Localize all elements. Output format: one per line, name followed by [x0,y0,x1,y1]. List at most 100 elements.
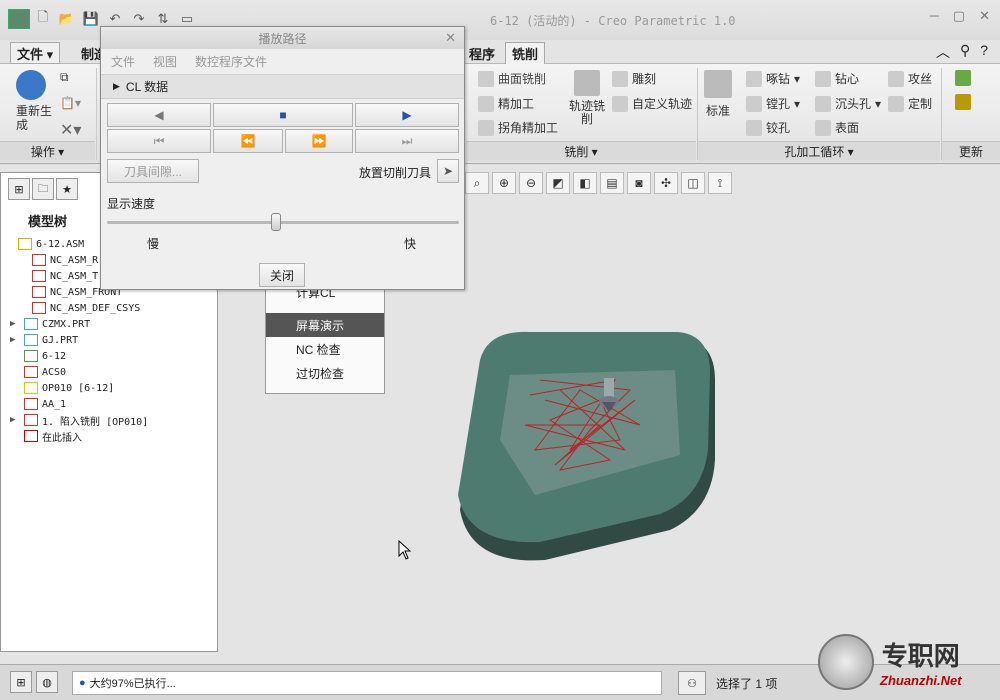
zoom-in-icon[interactable]: ⊕ [492,172,516,194]
close-button[interactable]: 关闭 [259,263,305,287]
model-tree-tab-icon[interactable]: ⊞ [8,178,30,200]
camera-icon[interactable]: ◙ [627,172,651,194]
tree-toggle-icon[interactable]: ⊞ [10,671,32,693]
trajectory-milling-button[interactable]: 轨迹铣削 [565,70,609,126]
tree-expander-icon[interactable]: ▶ [10,319,20,329]
skip-start-icon: ⏮ [153,133,165,148]
corner-finishing-button[interactable]: 拐角精加工 [478,119,558,136]
tapping-button[interactable]: 攻丝 [888,70,932,87]
save-icon[interactable]: 💾 [80,9,102,29]
tree-item[interactable]: 6-12 [10,348,215,364]
datum-display-icon[interactable]: ✣ [654,172,678,194]
tree-item[interactable]: ACS0 [10,364,215,380]
ops-group-label[interactable]: 操作 ▾ [0,141,95,161]
surface-milling-icon [478,70,494,87]
stop-button[interactable]: ■ [213,103,353,127]
close-icon[interactable]: ✕ [445,30,456,46]
minimize-icon[interactable]: ─ [930,8,939,24]
step-back-button[interactable]: ⏪ [213,129,283,153]
step-forward-button[interactable]: ⏩ [285,129,353,153]
tab-file[interactable]: 文件 ▾ [10,42,61,64]
counterbore-button[interactable]: 沉头孔 ▾ [815,95,881,112]
paste-icon[interactable]: 📋▾ [60,96,81,110]
surface-milling-button[interactable]: 曲面铣削 [478,70,546,87]
tab-milling[interactable]: 铣削 [505,42,546,64]
custom-hole-button[interactable]: 定制 [888,95,932,112]
speed-slider-thumb[interactable] [270,213,281,231]
place-tool-button[interactable]: ➤ [437,159,459,183]
update-tool-icon[interactable] [955,70,971,86]
copy-icon[interactable]: ⧉ [60,70,69,85]
spin-center-icon[interactable]: ⟟ [708,172,732,194]
context-menu-item[interactable]: 过切检查 [266,361,384,385]
globe-icon[interactable]: ◍ [36,671,58,693]
app-icon[interactable] [8,9,30,29]
finishing-button[interactable]: 精加工 [478,95,534,112]
face-button[interactable]: 表面 [815,119,859,136]
custom-hole-icon [888,95,904,112]
search-icon[interactable]: ⚲ [960,42,970,62]
dialog-menu-view[interactable]: 视图 [153,53,177,70]
tree-item-label: GJ.PRT [42,334,79,346]
tab-program[interactable]: 程序 [463,42,501,64]
zoom-out-icon[interactable]: ⊖ [519,172,543,194]
custom-trajectory-button[interactable]: 自定义轨迹 [612,95,692,112]
tree-item[interactable]: 在此插入 [10,428,215,444]
3d-model-viewport[interactable] [440,330,740,573]
regenerate-button[interactable]: 重新生成 [16,70,56,132]
standard-drill-button[interactable]: 标准 [704,70,732,119]
hole-cycle-group-label[interactable]: 孔加工循环 ▾ [698,141,940,161]
rewind-start-button[interactable]: ⏮ [107,129,211,153]
repaint-icon[interactable]: ◩ [546,172,570,194]
find-icon[interactable]: ⚇ [678,671,706,695]
cl-data-expander[interactable]: ▶ CL 数据 [101,75,464,99]
tree-item[interactable]: ▶ 1. 陷入铣削 [OP010] [10,412,215,428]
update-path-icon[interactable] [955,94,971,110]
delete-icon[interactable]: ✕▾ [60,120,81,140]
display-style-icon[interactable]: ◧ [573,172,597,194]
open-folder-icon[interactable]: 📂 [56,9,78,29]
status-icons: ⊞ ◍ [10,671,58,693]
update-group-label[interactable]: 更新 [942,141,1000,161]
tool-clearance-button[interactable]: 刀具间隙... [107,159,199,183]
tree-item-label: AA_1 [42,398,67,410]
center-drill-button[interactable]: 钻心 [815,70,859,87]
collapse-ribbon-icon[interactable]: ︿ [936,42,950,62]
context-menu-item[interactable]: NC 检查 [266,337,384,361]
play-reverse-button[interactable]: ◀ [107,103,211,127]
slow-label: 慢 [147,237,160,251]
engrave-button[interactable]: 雕刻 [612,70,656,87]
tree-item[interactable]: ▶ CZMX.PRT [10,316,215,332]
skip-end-button[interactable]: ⏭ [355,129,459,153]
milling-group-label[interactable]: 铣削 ▾ [466,141,696,161]
tree-item[interactable]: OP010 [6-12] [10,380,215,396]
dialog-menu-file[interactable]: 文件 [111,53,135,70]
refit-icon[interactable]: ⌕ [465,172,489,194]
tree-item[interactable]: ▶ GJ.PRT [10,332,215,348]
favorites-tab-icon[interactable]: ★ [56,178,78,200]
speed-slider-track[interactable] [107,221,459,224]
play-forward-button[interactable]: ▶ [355,103,459,127]
dialog-menu-nc-file[interactable]: 数控程序文件 [195,53,267,70]
tree-expander-icon[interactable]: ▶ [10,335,20,345]
model-tree-title: 模型树 [28,214,68,229]
saved-views-icon[interactable]: ▤ [600,172,624,194]
maximize-icon[interactable]: ▢ [953,8,965,24]
peck-drill-button[interactable]: 啄钻 ▾ [746,70,800,87]
context-menu-item[interactable]: 屏幕演示 [266,313,384,337]
face-icon [815,119,831,136]
tree-item[interactable]: AA_1 [10,396,215,412]
new-file-icon[interactable]: 🗋 [32,9,54,29]
help-icon[interactable]: ? [980,42,988,62]
reaming-button[interactable]: 铰孔 [746,119,790,136]
boring-button[interactable]: 镗孔 ▾ [746,95,800,112]
step-back-icon: ⏪ [240,134,256,148]
tree-node-icon [18,238,32,250]
annotation-icon[interactable]: ◫ [681,172,705,194]
tree-expander-icon[interactable]: ▶ [10,415,20,425]
folder-browser-tab-icon[interactable]: 🗀 [32,178,54,200]
dialog-titlebar[interactable]: 播放路径 ✕ [101,27,464,49]
close-icon[interactable]: ✕ [979,8,990,24]
tree-item[interactable]: NC_ASM_DEF_CSYS [18,300,215,316]
reaming-icon [746,119,762,136]
